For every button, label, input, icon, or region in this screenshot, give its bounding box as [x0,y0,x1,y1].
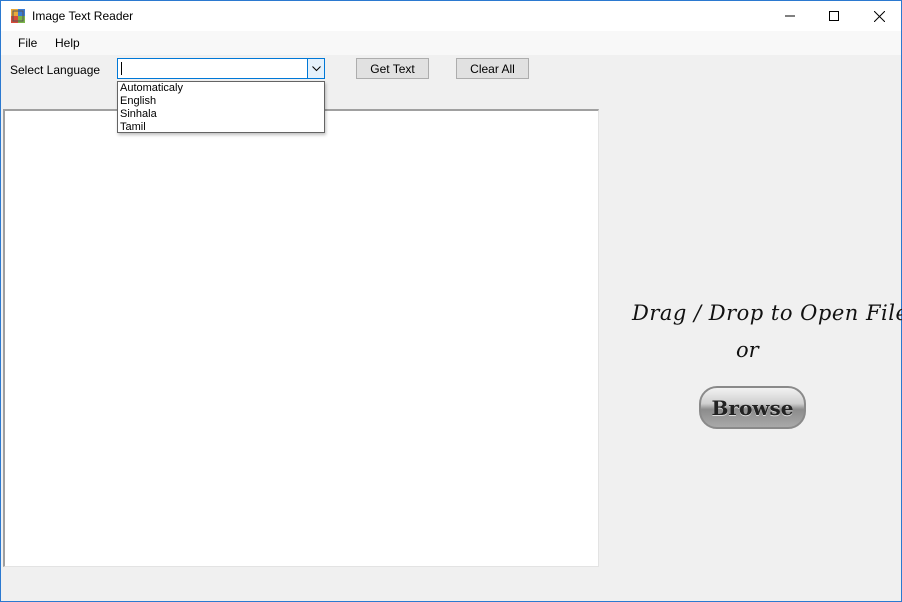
combobox-dropdown-button[interactable] [307,59,324,78]
language-combobox[interactable] [117,58,325,79]
app-icon [11,9,25,23]
language-dropdown-list: Automaticaly English Sinhala Tamil [117,81,325,133]
window-title: Image Text Reader [32,9,134,23]
maximize-button[interactable] [811,1,857,31]
language-option[interactable]: English [118,95,324,108]
minimize-button[interactable] [767,1,813,31]
get-text-button[interactable]: Get Text [356,58,429,79]
main-window: Image Text Reader File Help Select Langu… [0,0,902,602]
maximize-icon [829,11,839,21]
minimize-icon [785,15,795,17]
close-button[interactable] [856,1,902,31]
browse-button[interactable]: Browse [699,386,806,429]
language-label: Select Language [10,63,101,77]
menu-file[interactable]: File [18,36,37,50]
language-option[interactable]: Tamil [118,121,324,134]
menu-bar: File Help [1,31,901,55]
drop-zone-instruction: Drag / Drop to Open File [632,301,902,325]
drop-zone-or: or [736,338,759,362]
title-bar[interactable]: Image Text Reader [1,1,901,31]
chevron-down-icon [311,65,321,71]
language-option[interactable]: Automaticaly [118,82,324,95]
language-option[interactable]: Sinhala [118,108,324,121]
clear-all-button[interactable]: Clear All [456,58,529,79]
close-icon [873,10,885,22]
menu-help[interactable]: Help [55,36,80,50]
output-text-area[interactable] [3,109,599,567]
text-caret [121,62,122,75]
